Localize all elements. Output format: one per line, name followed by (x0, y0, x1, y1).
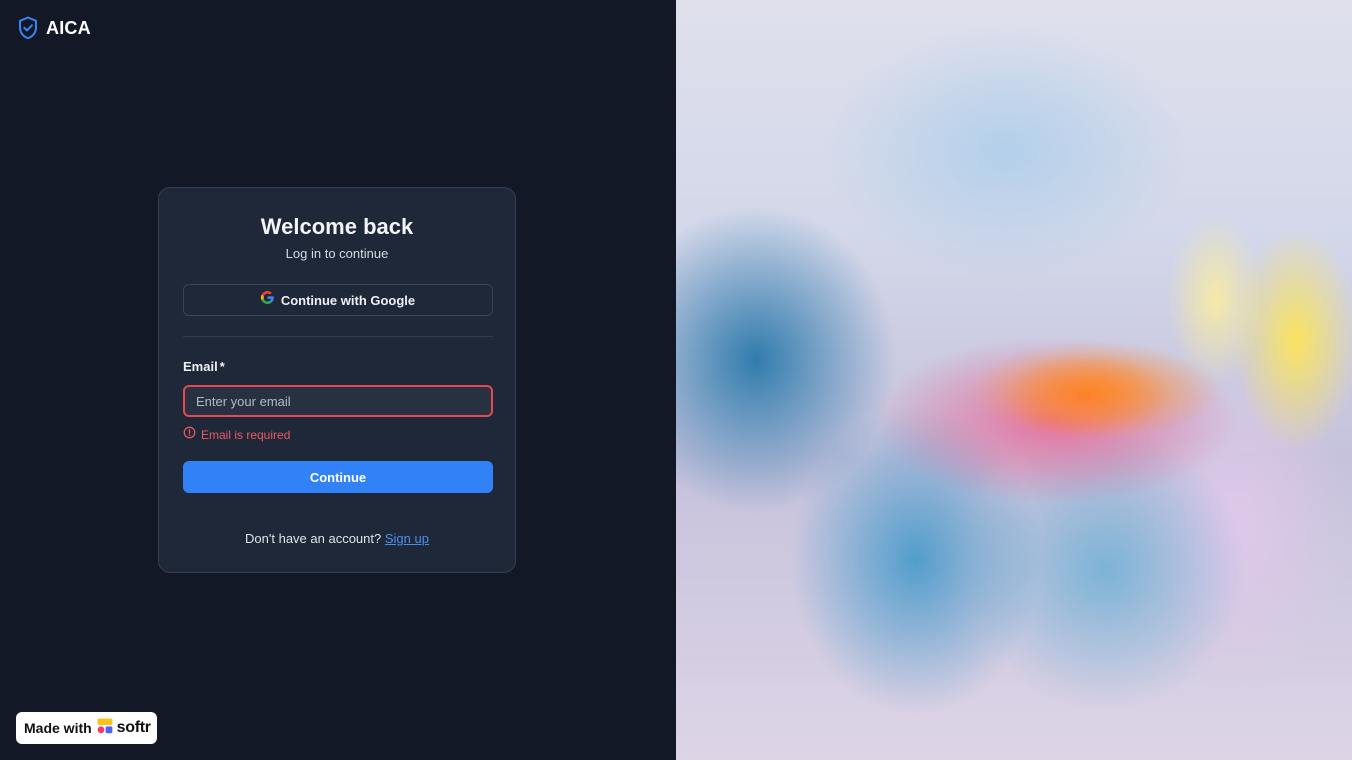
required-marker: * (219, 359, 225, 374)
signup-prompt: Don't have an account? (245, 531, 382, 546)
login-card: Welcome back Log in to continue Continue… (158, 187, 516, 573)
alert-circle-icon (183, 426, 196, 444)
email-input[interactable] (183, 385, 493, 417)
sign-up-link[interactable]: Sign up (385, 531, 429, 546)
google-button-label: Continue with Google (280, 292, 416, 308)
shield-check-icon (18, 16, 38, 40)
made-with-softr-badge[interactable]: Made with softr (16, 712, 157, 744)
email-error: Email is required (183, 426, 290, 444)
email-label: Email * (183, 359, 225, 374)
softr-wordmark: softr (116, 719, 151, 736)
email-label-text: Email (183, 359, 218, 374)
brand-name: AICA (46, 17, 91, 38)
hero-abstract-image (676, 0, 1352, 760)
continue-with-google-button[interactable]: Continue with Google (183, 284, 493, 316)
signup-row: Don't have an account? Sign up (159, 531, 515, 546)
softr-logo: softr (97, 718, 151, 739)
brand[interactable]: AICA (18, 16, 91, 40)
left-pane: AICA Welcome back Log in to continue Con… (0, 0, 676, 760)
google-g-icon (260, 291, 274, 309)
continue-button[interactable]: Continue (183, 461, 493, 493)
softr-logo-icon (97, 718, 114, 739)
card-title: Welcome back (260, 214, 414, 239)
divider (183, 336, 493, 337)
made-with-label: Made with (24, 720, 92, 736)
card-subtitle: Log in to continue (285, 246, 389, 261)
email-error-text: Email is required (201, 428, 291, 442)
